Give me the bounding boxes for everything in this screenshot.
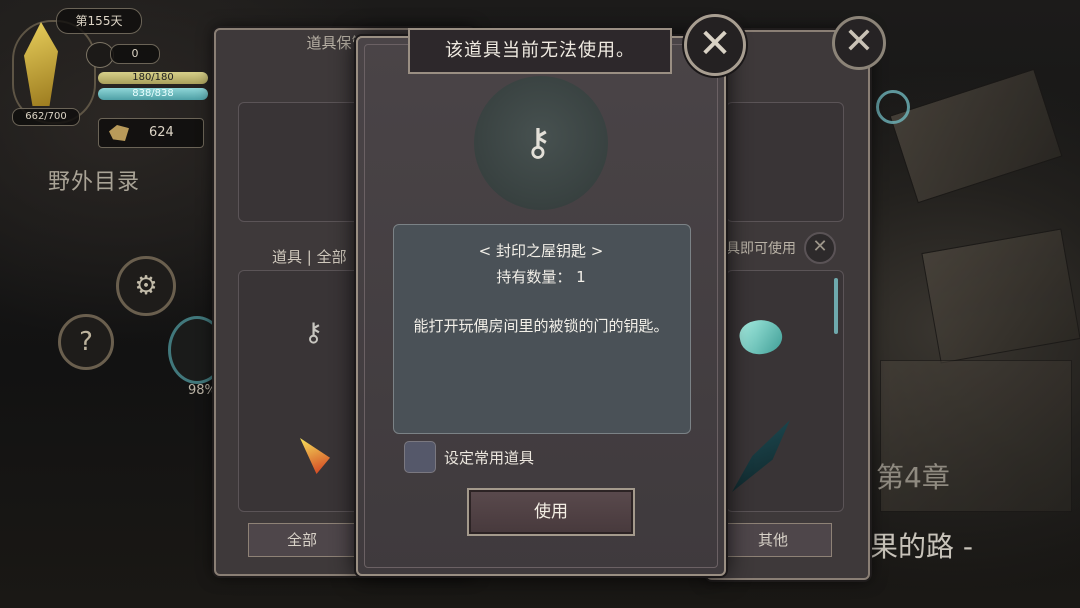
inventory-scrollbar[interactable] — [834, 278, 838, 334]
item-description: 能打开玩偶房间里的被锁的门的钥匙。 — [413, 317, 669, 335]
field-catalog-label[interactable]: 野外目录 — [48, 164, 140, 196]
key-icon: ⚷ — [524, 120, 552, 164]
key-icon[interactable]: ⚷ — [304, 318, 323, 348]
item-name: < 封印之屋钥匙 > — [478, 242, 604, 260]
favorite-checkbox[interactable] — [404, 441, 436, 473]
gold-display: 624 — [98, 118, 204, 148]
dialog-title: 该道具当前无法使用。 — [408, 28, 672, 74]
portal-swirl-icon — [876, 90, 910, 124]
progress-percent: 98% — [188, 383, 217, 398]
food-counter: 662/700 — [12, 108, 80, 126]
inventory-hint: 具即可使用 — [726, 241, 796, 257]
mp-bar: 838/838 — [98, 88, 208, 100]
chapter-label: 第4章 — [876, 461, 950, 494]
calendar-count: 0 — [110, 44, 160, 64]
close-icon[interactable]: ✕ — [684, 14, 746, 76]
hp-bar: 180/180 — [98, 72, 208, 84]
storage-top-box — [238, 102, 370, 222]
inventory-top-box — [726, 102, 844, 222]
tab-other[interactable]: 其他 — [714, 523, 832, 557]
use-button[interactable]: 使用 — [467, 488, 635, 536]
gold-value: 624 — [149, 125, 174, 140]
day-counter: 第155天 — [56, 8, 142, 34]
item-count: 持有数量： 1 — [496, 268, 586, 286]
tab-all[interactable]: 全部 — [248, 523, 356, 557]
hint-close-icon[interactable]: ✕ — [804, 232, 836, 264]
favorite-checkbox-label[interactable]: 设定常用道具 — [444, 447, 534, 468]
storage-item-grid — [238, 270, 370, 512]
gold-icon — [109, 125, 129, 141]
help-icon[interactable]: ? — [58, 314, 114, 370]
storage-category-tab[interactable]: 道具 | 全部 — [272, 246, 347, 267]
chapter-subtitle: 果的路 - — [870, 530, 974, 563]
gear-icon[interactable]: ⚙ — [116, 256, 176, 316]
close-icon[interactable]: ✕ — [832, 16, 886, 70]
